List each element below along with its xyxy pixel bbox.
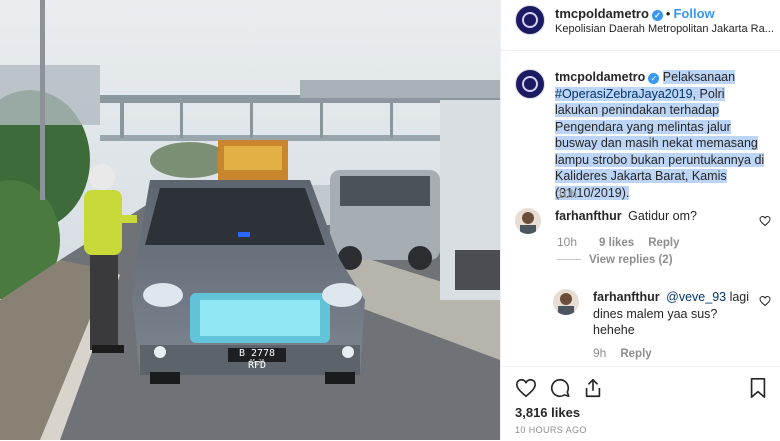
reply-1-meta: 9h Reply [593,346,652,360]
profile-avatar[interactable] [515,5,545,35]
reply-1-mention[interactable]: @veve_93 [666,290,726,304]
reply-1-username[interactable]: farhanfthur [593,290,660,304]
caption-username[interactable]: tmcpoldametro [555,70,645,84]
post-timestamp[interactable]: 10 HOURS AGO [515,425,587,435]
license-plate-small: 05.20 [249,359,265,365]
comment-1-time: 10h [557,235,578,249]
reply-1-reply-button[interactable]: Reply [620,348,651,360]
reply-1: farhanfthur @veve_93 lagi dines malem ya… [593,289,751,339]
comment-1-reply-button[interactable]: Reply [648,237,679,249]
likes-count[interactable]: 3,816 likes [515,405,580,420]
caption-time: 10h [557,187,578,201]
post-side-panel: tmcpoldametro ✓ • Follow Kepolisian Daerah … [500,0,780,440]
header-user-line: tmcpoldametro ✓ • Follow [555,6,715,21]
comment-1-username[interactable]: farhanfthur [555,209,622,223]
post-photo-image [0,0,500,440]
bookmark-icon[interactable] [747,377,769,399]
verified-badge-icon: ✓ [648,73,660,84]
post-header: tmcpoldametro ✓ • Follow Kepolisian Daerah … [501,0,780,51]
caption-body: , Polri lakukan penindakan terhadap Peng… [555,86,765,200]
heart-icon[interactable] [759,215,771,227]
comment-1: farhanfthur Gatidur om? [555,208,755,225]
post-photo[interactable]: B 2778 RFD 05.20 [0,0,500,440]
comments-section[interactable]: tmcpoldametro ✓ Pelaksanaan #OperasiZebra… [501,51,780,365]
caption-hashtag-link[interactable]: #OperasiZebraJaya2019 [555,86,693,101]
comment-1-likes[interactable]: 9 likes [599,237,634,249]
heart-icon[interactable] [759,295,771,307]
comment-1-meta: 10h 9 likes Reply [557,235,680,249]
view-replies-label[interactable]: View replies (2) [589,254,673,266]
caption-text: tmcpoldametro ✓ Pelaksanaan #OperasiZebra… [555,69,767,201]
comment-icon[interactable] [549,377,571,399]
post-actions: 3,816 likes 10 HOURS AGO [501,366,780,441]
share-icon[interactable] [582,377,604,399]
reply-1-time: 9h [593,346,607,360]
caption-intro: Pelaksanaan [662,70,736,84]
location-link[interactable]: Kepolisian Daerah Metropolitan Jakarta R… [555,23,779,35]
heart-icon[interactable] [515,377,537,399]
reply-avatar[interactable] [553,289,579,315]
separator-dot: • [665,6,671,21]
comment-1-text: Gatidur om? [628,209,697,223]
header-username[interactable]: tmcpoldametro [555,6,649,21]
view-replies-button[interactable]: View replies (2) [557,254,673,266]
follow-button[interactable]: Follow [673,6,714,21]
commenter-avatar[interactable] [515,208,541,234]
caption-avatar[interactable] [515,69,545,99]
verified-badge-icon: ✓ [651,10,663,21]
